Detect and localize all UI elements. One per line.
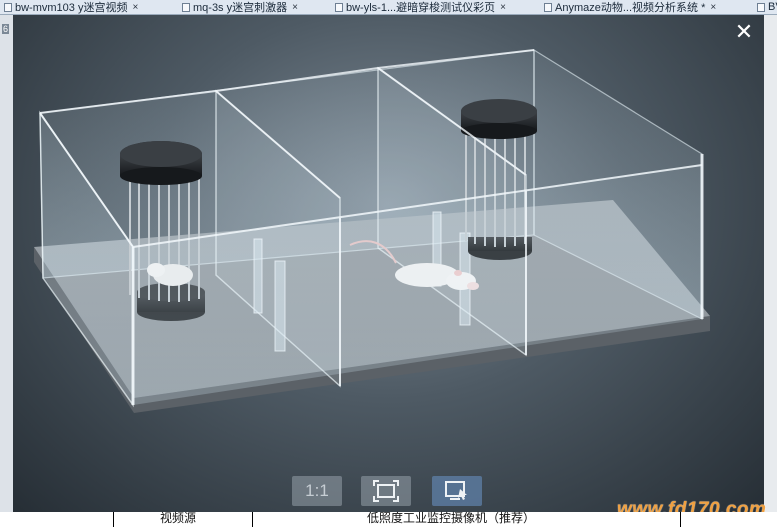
tab-bw-mvm103[interactable]: bw-mvm103 y迷宫视频 × [4,0,138,14]
side-number: 6 [2,24,10,34]
document-icon [182,2,190,12]
product-photo-three-chamber-box [34,48,710,413]
tab-label: Anymaze动物...视频分析系统 * [555,2,706,14]
tab-close-button[interactable]: × [710,2,716,13]
tab-bw-yls-1[interactable]: bw-yls-1...避暗穿梭测试仪彩页 × [335,0,506,14]
table-cell-value: 低照度工业监控摄像机（推荐） [367,511,536,525]
tab-label: bw-mvm103 y迷宫视频 [15,2,128,14]
document-icon [335,2,343,12]
document-icon [544,2,552,12]
right-panel-edge [764,15,777,512]
fit-screen-button[interactable] [361,476,411,506]
tab-bv[interactable]: BV [757,0,777,14]
image-viewer[interactable]: ✕ [13,15,764,512]
table-divider [252,512,253,527]
left-panel-edge: 6 [0,15,13,512]
tab-mq-3s[interactable]: mq-3s y迷宫刺激器 × [182,0,298,14]
screen-capture-button[interactable] [432,476,482,506]
screen-capture-icon [445,481,467,500]
document-icon [757,2,765,12]
fit-screen-icon [373,480,399,502]
tab-close-button[interactable]: × [292,2,298,13]
tab-label: mq-3s y迷宫刺激器 [193,2,288,14]
close-viewer-button[interactable]: ✕ [730,19,758,47]
tab-label: BV [768,1,777,13]
tab-anymaze[interactable]: Anymaze动物...视频分析系统 * × [544,0,716,14]
table-cell-label: 视频源 [160,511,197,525]
tab-bar: bw-mvm103 y迷宫视频 × mq-3s y迷宫刺激器 × bw-yls-… [0,0,777,15]
table-divider [113,512,114,527]
table-divider [680,512,681,527]
spec-table-row: 视频源 低照度工业监控摄像机（推荐） [0,512,777,527]
actual-size-button[interactable]: 1:1 [292,476,342,506]
tab-label: bw-yls-1...避暗穿梭测试仪彩页 [346,2,496,14]
document-icon [4,2,12,12]
tab-close-button[interactable]: × [132,2,138,13]
tab-close-button[interactable]: × [500,2,506,13]
